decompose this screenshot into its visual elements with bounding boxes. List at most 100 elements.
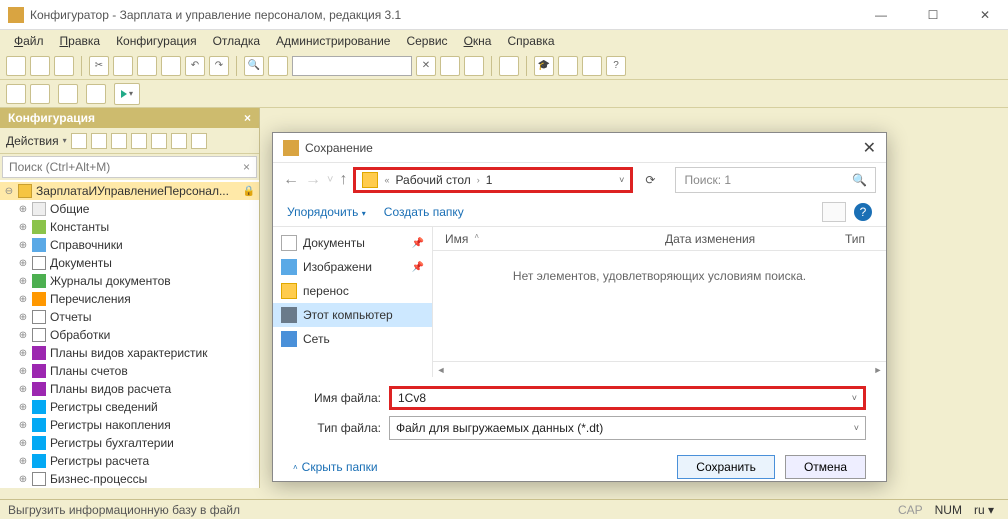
tree-node[interactable]: ⊕Планы видов расчета xyxy=(0,380,259,398)
col-name[interactable]: Имя xyxy=(445,232,468,246)
config-search-clear-icon[interactable]: × xyxy=(237,160,256,174)
maximize-button[interactable]: ☐ xyxy=(918,8,948,22)
dialog-search[interactable]: Поиск: 1 🔍 xyxy=(675,167,876,193)
copy-icon[interactable] xyxy=(113,56,133,76)
tb2-icon-2[interactable] xyxy=(30,84,50,104)
nav-back-icon[interactable]: ← xyxy=(283,171,299,189)
search-icon[interactable]: 🔍 xyxy=(852,173,867,187)
place-images[interactable]: Изображени📌 xyxy=(273,255,432,279)
open-icon[interactable] xyxy=(30,56,50,76)
place-network[interactable]: Сеть xyxy=(273,327,432,351)
tree-node[interactable]: ⊕Планы счетов xyxy=(0,362,259,380)
action-icon-2[interactable] xyxy=(91,133,107,149)
menu-admin[interactable]: Администрирование xyxy=(268,32,398,50)
tb2-icon-4[interactable] xyxy=(86,84,106,104)
col-modified[interactable]: Дата изменения xyxy=(665,232,805,246)
path-box[interactable]: « Рабочий стол › 1 ˅ xyxy=(353,167,633,193)
help-icon[interactable]: ? xyxy=(606,56,626,76)
cut-icon[interactable]: ✂ xyxy=(89,56,109,76)
dialog-help-icon[interactable]: ? xyxy=(854,203,872,221)
lang-indicator: ru ▾ xyxy=(974,503,994,517)
tb-icon-1[interactable] xyxy=(440,56,460,76)
tree-node[interactable]: ⊕Общие xyxy=(0,200,259,218)
tree-node[interactable]: ⊕Регистры бухгалтерии xyxy=(0,434,259,452)
tree-node[interactable]: ⊕Регистры сведений xyxy=(0,398,259,416)
student-icon[interactable]: 🎓 xyxy=(534,56,554,76)
hide-folders-link[interactable]: ˄ Скрыть папки xyxy=(293,460,378,474)
new-folder-button[interactable]: Создать папку xyxy=(384,205,464,219)
tree-node[interactable]: ⊕Справочники xyxy=(0,236,259,254)
clear-search-icon[interactable]: ✕ xyxy=(416,56,436,76)
tb2-icon-3[interactable] xyxy=(58,84,78,104)
col-type[interactable]: Тип xyxy=(845,232,865,246)
tree-node[interactable]: ⊕Документы xyxy=(0,254,259,272)
menu-service[interactable]: Сервис xyxy=(398,32,455,50)
action-icon-6[interactable] xyxy=(171,133,187,149)
tree-root[interactable]: ⊖ ЗарплатаИУправлениеПерсонал... 🔒 xyxy=(0,182,259,200)
tb-icon-2[interactable] xyxy=(464,56,484,76)
place-documents[interactable]: Документы📌 xyxy=(273,231,432,255)
menu-edit[interactable]: Правка xyxy=(52,32,109,50)
find-icon[interactable]: 🔍 xyxy=(244,56,264,76)
save-button[interactable]: Сохранить xyxy=(677,455,775,479)
filename-dropdown-icon[interactable]: ˅ xyxy=(852,393,857,403)
action-icon-5[interactable] xyxy=(151,133,167,149)
places-tree[interactable]: Документы📌 Изображени📌 перенос Этот комп… xyxy=(273,227,433,377)
refresh-icon[interactable]: ⟳ xyxy=(639,173,661,187)
nav-up-icon[interactable]: ↑ xyxy=(339,171,347,189)
action-icon-1[interactable] xyxy=(71,133,87,149)
toolbar-search-input[interactable] xyxy=(292,56,412,76)
new-icon[interactable] xyxy=(6,56,26,76)
redo-icon[interactable]: ↷ xyxy=(209,56,229,76)
path-dropdown-icon[interactable]: ˅ xyxy=(619,175,624,185)
dialog-close-icon[interactable]: ✕ xyxy=(863,138,876,158)
tree-node[interactable]: ⊕Отчеты xyxy=(0,308,259,326)
filename-input[interactable] xyxy=(398,391,852,405)
path-seg-1[interactable]: Рабочий стол xyxy=(395,173,470,187)
print-icon[interactable] xyxy=(161,56,181,76)
action-icon-4[interactable] xyxy=(131,133,147,149)
run-button[interactable]: ▾ xyxy=(114,83,140,105)
menu-windows[interactable]: Окна xyxy=(456,32,500,50)
tree-node[interactable]: ⊕Перечисления xyxy=(0,290,259,308)
path-seg-2[interactable]: 1 xyxy=(486,173,493,187)
menu-help[interactable]: Справка xyxy=(499,32,562,50)
tree-node[interactable]: ⊕Обработки xyxy=(0,326,259,344)
cancel-button[interactable]: Отмена xyxy=(785,455,866,479)
folder-icon xyxy=(362,172,378,188)
tb-icon-3[interactable] xyxy=(499,56,519,76)
actions-label[interactable]: Действия xyxy=(6,134,59,148)
menu-file[interactable]: Файл xyxy=(6,32,52,50)
config-search-input[interactable] xyxy=(3,157,237,177)
file-list-header[interactable]: Имя˄ Дата изменения Тип xyxy=(433,227,886,251)
config-close-icon[interactable]: × xyxy=(244,111,251,125)
tree-node[interactable]: ⊕Журналы документов xyxy=(0,272,259,290)
organize-button[interactable]: Упорядочить ▾ xyxy=(287,205,366,219)
tree-node[interactable]: ⊕Регистры расчета xyxy=(0,452,259,470)
tb2-icon-1[interactable] xyxy=(6,84,26,104)
calc-icon[interactable] xyxy=(582,56,602,76)
tree-node[interactable]: ⊕Планы видов характеристик xyxy=(0,344,259,362)
menu-debug[interactable]: Отладка xyxy=(205,32,268,50)
zoom-icon[interactable] xyxy=(268,56,288,76)
place-transfer[interactable]: перенос xyxy=(273,279,432,303)
tree-node[interactable]: ⊕Бизнес-процессы xyxy=(0,470,259,488)
filetype-select[interactable]: Файл для выгружаемых данных (*.dt) ˅ xyxy=(389,416,866,440)
tree-node[interactable]: ⊕Константы xyxy=(0,218,259,236)
minimize-button[interactable]: — xyxy=(866,8,896,22)
menu-config[interactable]: Конфигурация xyxy=(108,32,205,50)
config-tree[interactable]: ⊖ ЗарплатаИУправлениеПерсонал... 🔒 ⊕Общи… xyxy=(0,180,259,488)
h-scrollbar[interactable]: ◄► xyxy=(433,361,886,377)
nav-history-icon[interactable]: ˅ xyxy=(327,174,333,186)
close-button[interactable]: ✕ xyxy=(970,8,1000,22)
undo-icon[interactable]: ↶ xyxy=(185,56,205,76)
save-icon[interactable] xyxy=(54,56,74,76)
paste-icon[interactable] xyxy=(137,56,157,76)
action-icon-7[interactable] xyxy=(191,133,207,149)
place-this-pc[interactable]: Этот компьютер xyxy=(273,303,432,327)
view-mode-button[interactable] xyxy=(822,202,846,222)
tree-node[interactable]: ⊕Регистры накопления xyxy=(0,416,259,434)
calendar-icon[interactable] xyxy=(558,56,578,76)
action-icon-3[interactable] xyxy=(111,133,127,149)
filetype-dropdown-icon[interactable]: ˅ xyxy=(854,423,859,433)
